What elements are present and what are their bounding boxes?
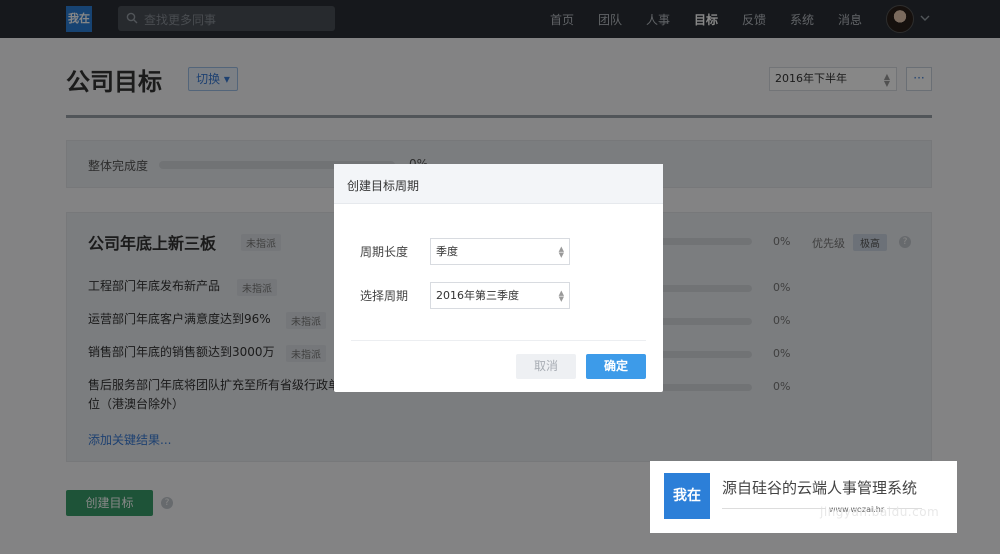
baidu-watermark: jingyan.baidu.com: [820, 505, 940, 519]
dialog-header: 创建目标周期: [334, 164, 663, 204]
watermark-text: 源自硅谷的云端人事管理系统: [722, 479, 918, 497]
select-period-value: 2016年第三季度: [436, 289, 519, 302]
period-length-label: 周期长度: [360, 245, 409, 259]
dialog-title: 创建目标周期: [347, 179, 420, 193]
watermark-banner: 我在 源自硅谷的云端人事管理系统 www.wozai.hr: [650, 461, 957, 533]
period-length-value: 季度: [436, 245, 458, 258]
create-period-dialog: 创建目标周期 周期长度 季度 ▲ ▼ 选择周期 2016年第三季度 ▲ ▼ 取消 确…: [334, 164, 663, 392]
select-period-select[interactable]: 2016年第三季度 ▲ ▼: [430, 282, 570, 309]
select-period-label: 选择周期: [360, 289, 409, 303]
select-arrows-icon: ▲ ▼: [558, 245, 564, 259]
dialog-divider: [351, 340, 646, 341]
select-arrows-icon: ▲ ▼: [558, 289, 564, 303]
confirm-button[interactable]: 确定: [586, 354, 646, 379]
period-length-select[interactable]: 季度 ▲ ▼: [430, 238, 570, 265]
cancel-button[interactable]: 取消: [516, 354, 576, 379]
watermark-logo: 我在: [664, 473, 710, 519]
